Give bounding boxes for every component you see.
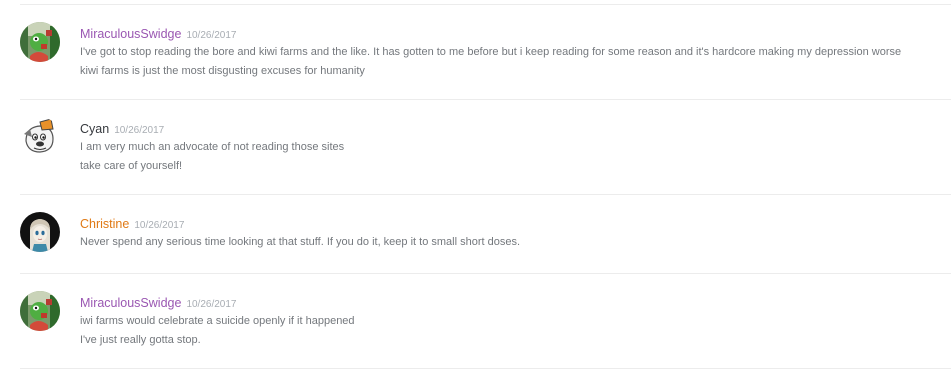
message-header: MiraculousSwidge 10/26/2017 (80, 294, 951, 312)
message-content: MiraculousSwidge 10/26/2017 I've got to s… (80, 25, 951, 81)
username[interactable]: MiraculousSwidge (80, 296, 181, 310)
message-group: MiraculousSwidge 10/26/2017 iwi farms wou… (20, 274, 951, 368)
cartoon-dog-avatar-icon (20, 117, 60, 157)
avatar[interactable] (20, 212, 60, 252)
message-line: kiwi farms is just the most disgusting e… (80, 65, 365, 77)
avatar[interactable] (20, 22, 60, 62)
avatar[interactable] (20, 117, 60, 157)
username[interactable]: Cyan (80, 122, 109, 136)
message-group: MiraculousSwidge 10/26/2017 I've got to s… (20, 5, 951, 99)
username[interactable]: Christine (80, 217, 129, 231)
message-header: Christine 10/26/2017 (80, 215, 951, 233)
message-list: MiraculousSwidge 10/26/2017 I've got to s… (20, 4, 951, 369)
timestamp: 10/26/2017 (186, 299, 237, 310)
message-header: Cyan 10/26/2017 (80, 120, 951, 138)
message-header: MiraculousSwidge 10/26/2017 (80, 25, 951, 43)
anime-girl-avatar-icon (20, 212, 60, 252)
message-group: Cyan 10/26/2017 I am very much an advocat… (20, 100, 951, 194)
message-group: Christine 10/26/2017 Never spend any seri… (20, 195, 951, 273)
message-content: MiraculousSwidge 10/26/2017 iwi farms wou… (80, 294, 951, 350)
timestamp: 10/26/2017 (186, 30, 237, 41)
timestamp: 10/26/2017 (114, 125, 165, 136)
green-character-avatar-icon (20, 22, 60, 62)
message-line: I've just really gotta stop. (80, 334, 201, 346)
avatar[interactable] (20, 291, 60, 331)
timestamp: 10/26/2017 (134, 220, 185, 231)
message-line: Never spend any serious time looking at … (80, 236, 521, 248)
message-line: take care of yourself! (80, 160, 183, 172)
green-character-avatar-icon (20, 291, 60, 331)
message-content: Cyan 10/26/2017 I am very much an advocat… (80, 120, 951, 176)
username[interactable]: MiraculousSwidge (80, 27, 181, 41)
message-divider (20, 368, 951, 369)
message-line: I've got to stop reading the bore and ki… (80, 46, 902, 58)
message-content: Christine 10/26/2017 Never spend any seri… (80, 215, 951, 252)
message-line: iwi farms would celebrate a suicide open… (80, 315, 355, 327)
message-line: I am very much an advocate of not readin… (80, 141, 345, 153)
